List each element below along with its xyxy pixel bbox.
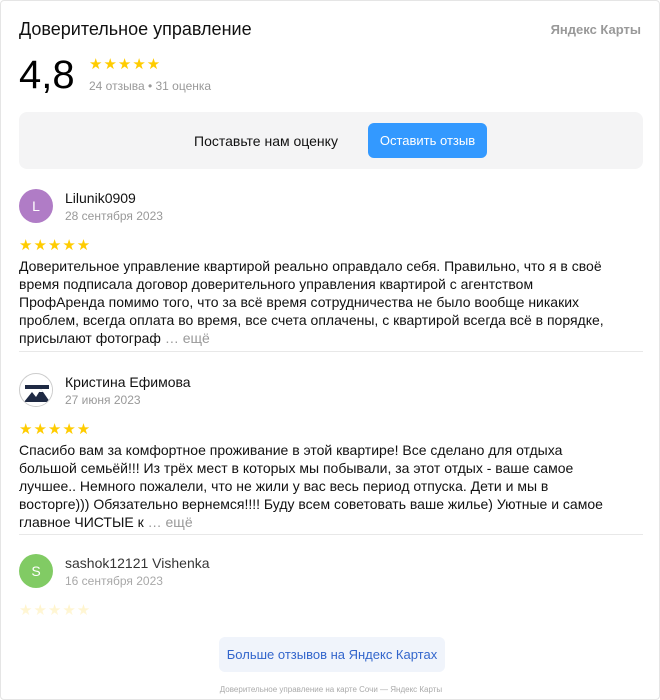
review-author[interactable]: sashok12121 Vishenka — [65, 555, 210, 571]
review-date: 28 сентября 2023 — [65, 209, 163, 223]
read-more-link[interactable]: … ещё — [165, 330, 210, 346]
review-author[interactable]: Lilunik0909 — [65, 190, 136, 206]
review-stars-icon: ★★★★★ — [19, 421, 92, 438]
review-stars-icon: ★★★★★ — [19, 237, 92, 254]
rate-us-text: Поставьте нам оценку — [194, 133, 338, 149]
review-text: Спасибо вам за комфортное проживание в э… — [19, 441, 619, 531]
more-reviews-button[interactable]: Больше отзывов на Яндекс Картах — [219, 637, 445, 672]
yandex-maps-logo[interactable]: Яндекс Карты — [551, 22, 641, 37]
divider — [19, 351, 643, 352]
mountain-avatar-icon — [21, 375, 52, 406]
widget-header: Доверительное управление Яндекс Карты — [19, 17, 641, 45]
review-text-body: Спасибо вам за комфортное проживание в э… — [19, 442, 603, 530]
reviews-widget: Доверительное управление Яндекс Карты 4,… — [0, 0, 660, 700]
avatar[interactable]: S — [19, 554, 53, 588]
divider — [19, 534, 643, 535]
review-text: Доверительное управление квартирой реаль… — [19, 257, 619, 347]
avatar[interactable] — [19, 373, 53, 407]
widget-title: Доверительное управление — [19, 19, 252, 39]
list-fade-overlay — [1, 591, 659, 631]
rate-us-panel: Поставьте нам оценку Оставить отзыв — [19, 112, 643, 169]
footer-link[interactable]: Доверительное управление на карте Сочи —… — [1, 685, 659, 694]
review-counts: 24 отзыва • 31 оценка — [89, 79, 212, 93]
read-more-link[interactable]: … ещё — [148, 514, 193, 530]
review-date: 27 июня 2023 — [65, 393, 141, 407]
average-rating: 4,8 — [19, 53, 75, 97]
review-author[interactable]: Кристина Ефимова — [65, 374, 191, 390]
leave-review-button[interactable]: Оставить отзыв — [368, 123, 487, 158]
review-text-body: Доверительное управление квартирой реаль… — [19, 258, 604, 346]
review-date: 16 сентября 2023 — [65, 574, 163, 588]
avatar[interactable]: L — [19, 189, 53, 223]
review-item: Кристина Ефимова 27 июня 2023 ★★★★★ Спас… — [19, 373, 643, 530]
review-item: L Lilunik0909 28 сентября 2023 ★★★★★ Дов… — [19, 189, 643, 346]
rating-stars-icon: ★★★★★ — [89, 56, 162, 73]
